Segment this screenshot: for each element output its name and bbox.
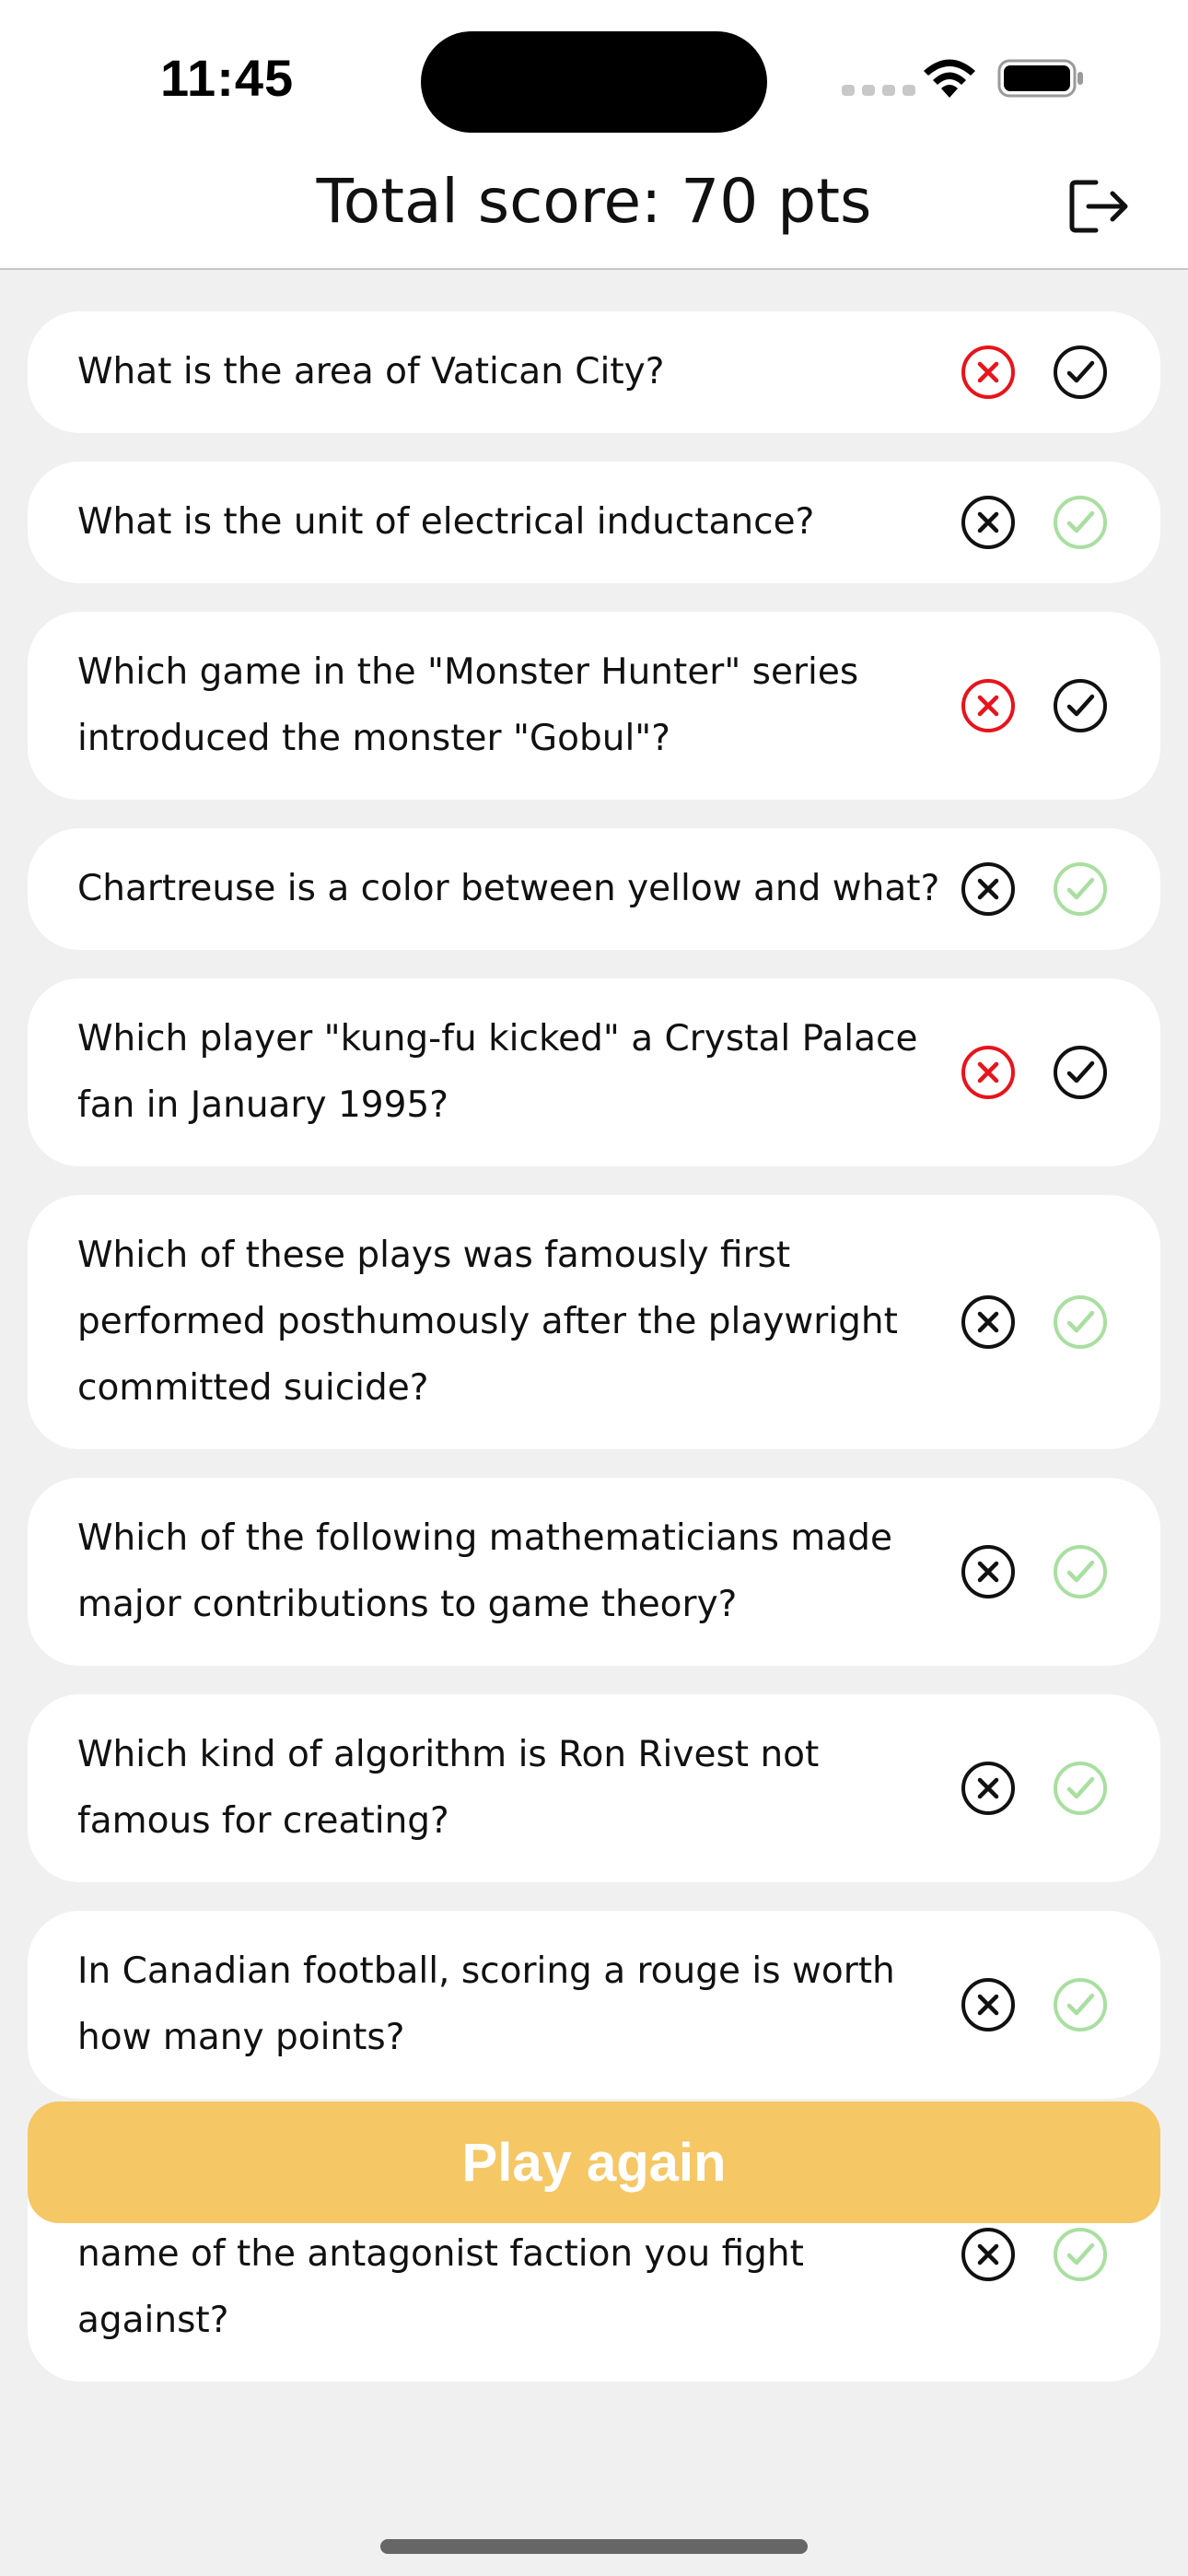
cellular-signal-icon — [842, 85, 915, 96]
answer-icons — [960, 2226, 1109, 2283]
home-indicator — [380, 2539, 808, 2554]
question-card: In Canadian football, scoring a rouge is… — [28, 1911, 1160, 2099]
wrong-x-icon[interactable] — [960, 1976, 1017, 2033]
question-card: Which kind of algorithm is Ron Rivest no… — [28, 1694, 1160, 1882]
wrong-x-icon[interactable] — [960, 1760, 1017, 1817]
answer-icons — [960, 861, 1109, 918]
wrong-x-icon[interactable] — [960, 861, 1017, 918]
battery-icon — [997, 59, 1083, 98]
total-score-title: Total score: 70 pts — [316, 166, 872, 237]
answer-icons — [960, 1543, 1109, 1600]
question-card: Which game in the "Monster Hunter" serie… — [28, 612, 1160, 800]
wrong-x-icon[interactable] — [960, 1543, 1017, 1600]
wrong-x-icon[interactable] — [960, 2226, 1017, 2283]
question-text: What is the area of Vatican City? — [77, 351, 665, 392]
status-time: 11:45 — [160, 49, 295, 107]
correct-check-icon[interactable] — [1052, 1543, 1109, 1600]
wrong-x-icon[interactable] — [960, 344, 1017, 401]
question-text: Chartreuse is a color between yellow and… — [77, 868, 940, 909]
wrong-x-icon[interactable] — [960, 494, 1017, 551]
question-card: What is the unit of electrical inductanc… — [28, 462, 1160, 583]
play-again-button[interactable]: Play again — [28, 2102, 1160, 2223]
answer-icons — [960, 677, 1109, 734]
wifi-icon — [924, 59, 975, 98]
question-text: Which player "kung-fu kicked" a Crystal … — [77, 1018, 918, 1126]
answer-icons — [960, 1044, 1109, 1101]
correct-check-icon[interactable] — [1052, 1976, 1109, 2033]
dynamic-island — [421, 31, 767, 133]
question-list: What is the area of Vatican City? What is… — [28, 311, 1160, 2410]
answer-icons — [960, 494, 1109, 551]
logout-icon[interactable] — [1068, 179, 1131, 234]
answer-icons — [960, 1760, 1109, 1817]
correct-check-icon[interactable] — [1052, 1044, 1109, 1101]
question-text: Which kind of algorithm is Ron Rivest no… — [77, 1734, 820, 1842]
correct-check-icon[interactable] — [1052, 494, 1109, 551]
correct-check-icon[interactable] — [1052, 677, 1109, 734]
question-card: Which player "kung-fu kicked" a Crystal … — [28, 978, 1160, 1166]
answer-icons — [960, 344, 1109, 401]
question-card: Which of the following mathematicians ma… — [28, 1478, 1160, 1666]
question-text: In Canadian football, scoring a rouge is… — [77, 1950, 895, 2058]
question-card: Chartreuse is a color between yellow and… — [28, 828, 1160, 950]
wrong-x-icon[interactable] — [960, 1294, 1017, 1351]
wrong-x-icon[interactable] — [960, 677, 1017, 734]
question-card: Which of these plays was famously first … — [28, 1195, 1160, 1449]
question-text: Which of the following mathematicians ma… — [77, 1517, 892, 1625]
correct-check-icon[interactable] — [1052, 861, 1109, 918]
answer-icons — [960, 1976, 1109, 2033]
wrong-x-icon[interactable] — [960, 1044, 1017, 1101]
answer-icons — [960, 1294, 1109, 1351]
question-card: What is the area of Vatican City? — [28, 311, 1160, 433]
correct-check-icon[interactable] — [1052, 1294, 1109, 1351]
correct-check-icon[interactable] — [1052, 1760, 1109, 1817]
correct-check-icon[interactable] — [1052, 2226, 1109, 2283]
question-text: Which of these plays was famously first … — [77, 1235, 898, 1409]
header-bar: 11:45 Total score: 70 pts — [0, 0, 1188, 270]
question-text: Which game in the "Monster Hunter" serie… — [77, 651, 859, 759]
correct-check-icon[interactable] — [1052, 344, 1109, 401]
question-text: What is the unit of electrical inductanc… — [77, 501, 815, 543]
